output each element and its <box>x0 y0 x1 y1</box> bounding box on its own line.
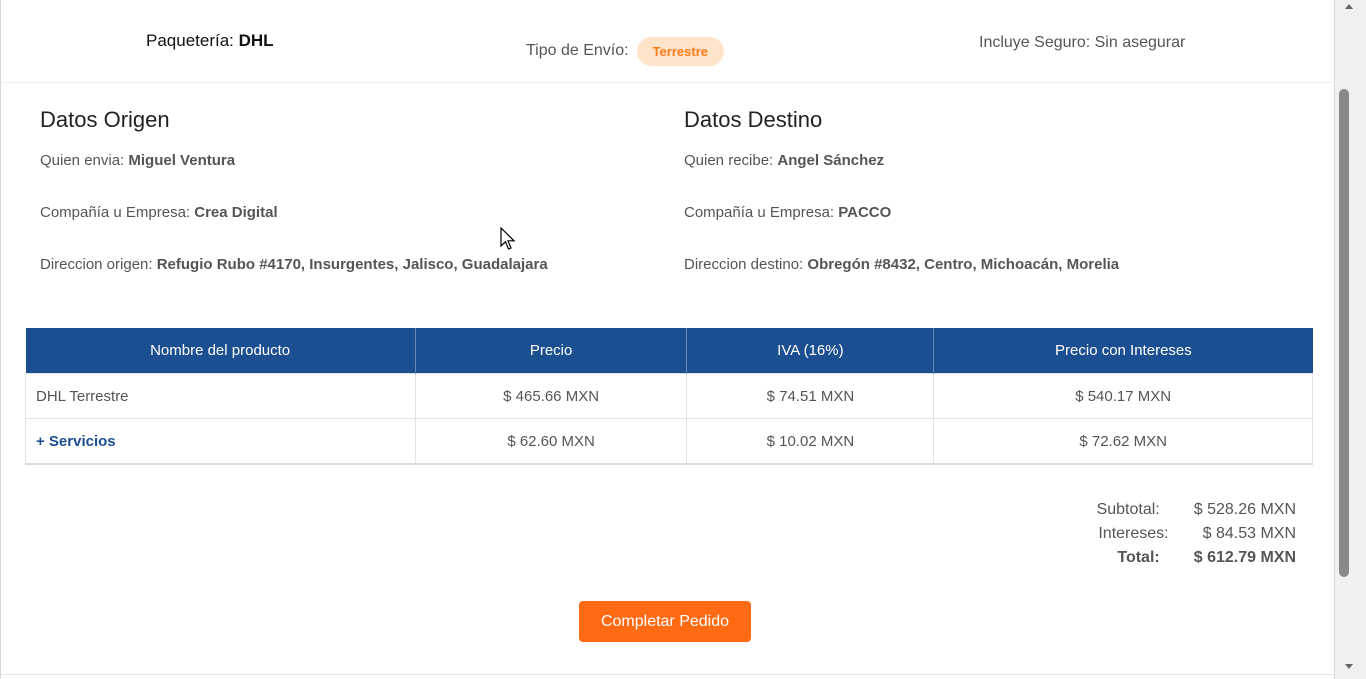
cell-vat: $ 10.02 MXN <box>686 418 935 465</box>
subtotal-label: Subtotal: <box>1096 501 1160 518</box>
destination-company-label: Compañía u Empresa: <box>684 204 839 221</box>
origin-sender-value: Miguel Ventura <box>128 152 236 169</box>
origin-address: Direccion origen: Refugio Rubo #4170, In… <box>40 256 548 273</box>
destination-recipient-label: Quien recibe: <box>684 152 778 169</box>
origin-address-value: Refugio Rubo #4170, Insurgentes, Jalisco… <box>156 256 548 273</box>
header-price: Precio <box>415 328 688 374</box>
shipping-type-badge: Terrestre <box>636 36 724 66</box>
table-row: + Servicios $ 62.60 MXN $ 10.02 MXN $ 72… <box>25 418 1313 465</box>
header-vat: IVA (16%) <box>686 328 935 374</box>
cell-price-with-interest: $ 72.62 MXN <box>933 418 1313 465</box>
table-header-row: Nombre del producto Precio IVA (16%) Pre… <box>25 328 1313 374</box>
origin-title: Datos Origen <box>40 107 170 132</box>
cell-vat: $ 74.51 MXN <box>686 373 935 419</box>
origin-company: Compañía u Empresa: Crea Digital <box>40 204 278 221</box>
destination-company-value: PACCO <box>838 204 892 221</box>
table-row: DHL Terrestre $ 465.66 MXN $ 74.51 MXN $… <box>25 373 1313 419</box>
destination-title: Datos Destino <box>684 107 823 132</box>
total-row: Total: $ 612.79 MXN <box>1097 546 1296 570</box>
total-label: Total: <box>1117 549 1160 566</box>
header-price-with-interest: Precio con Intereses <box>933 328 1313 374</box>
carrier-value: DHL <box>238 31 274 50</box>
interest-value: $ 84.53 MXN <box>1202 525 1296 542</box>
carrier-info: Paquetería: DHL <box>146 31 274 51</box>
insurance-info: Incluye Seguro: Sin asegurar <box>979 34 1186 51</box>
subtotal-row: Subtotal: $ 528.26 MXN <box>1097 498 1296 522</box>
cell-price: $ 62.60 MXN <box>414 418 688 465</box>
destination-address-value: Obregón #8432, Centro, Michoacán, Moreli… <box>807 256 1120 273</box>
origin-company-label: Compañía u Empresa: <box>40 204 195 221</box>
destination-recipient-value: Angel Sánchez <box>777 152 885 169</box>
destination-company: Compañía u Empresa: PACCO <box>684 204 891 221</box>
shipping-type-label: Tipo de Envío: <box>526 42 629 59</box>
divider <box>1 674 1336 675</box>
subtotal-value: $ 528.26 MXN <box>1193 501 1296 518</box>
shipping-type-info: Tipo de Envío: Terrestre <box>526 36 724 66</box>
header-product-name: Nombre del producto <box>25 328 416 374</box>
total-value: $ 612.79 MXN <box>1193 549 1296 566</box>
interest-row: Intereses: $ 84.53 MXN <box>1097 522 1296 546</box>
mouse-pointer-icon <box>500 226 516 251</box>
carrier-label: Paquetería: <box>146 31 239 50</box>
destination-address: Direccion destino: Obregón #8432, Centro… <box>684 256 1119 273</box>
origin-sender: Quien envia: Miguel Ventura <box>40 152 235 169</box>
cell-price-with-interest: $ 540.17 MXN <box>933 373 1313 419</box>
totals-block: Subtotal: $ 528.26 MXN Intereses: $ 84.5… <box>1097 498 1296 570</box>
scroll-down-arrow-icon[interactable] <box>1338 663 1360 675</box>
origin-company-value: Crea Digital <box>194 204 278 221</box>
services-link[interactable]: + Servicios <box>25 418 416 465</box>
order-summary-page: Paquetería: DHL Tipo de Envío: Terrestre… <box>0 0 1336 679</box>
cell-product-name: DHL Terrestre <box>25 373 416 419</box>
origin-sender-label: Quien envia: <box>40 152 129 169</box>
complete-order-button[interactable]: Completar Pedido <box>579 601 751 642</box>
scrollbar-thumb[interactable] <box>1339 89 1349 577</box>
interest-label: Intereses: <box>1098 525 1169 542</box>
scroll-up-arrow-icon[interactable] <box>1338 2 1360 14</box>
destination-address-label: Direccion destino: <box>684 256 808 273</box>
origin-address-label: Direccion origen: <box>40 256 157 273</box>
products-table: Nombre del producto Precio IVA (16%) Pre… <box>25 328 1313 465</box>
destination-recipient: Quien recibe: Angel Sánchez <box>684 152 884 169</box>
divider <box>1 82 1336 83</box>
cell-price: $ 465.66 MXN <box>414 373 688 419</box>
